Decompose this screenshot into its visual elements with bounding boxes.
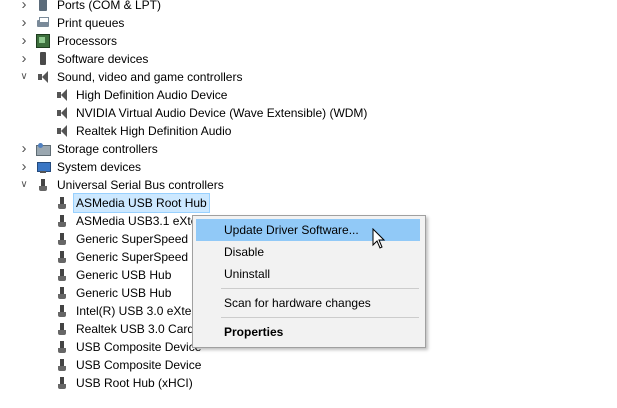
tree-item-label: Storage controllers bbox=[57, 142, 158, 156]
menu-separator bbox=[221, 317, 419, 318]
usb-icon bbox=[55, 197, 69, 209]
tree-item-label: USB Composite Device bbox=[76, 340, 202, 354]
context-menu: Update Driver Software... Disable Uninstal… bbox=[192, 215, 426, 348]
menu-item-update-driver-software[interactable]: Update Driver Software... bbox=[196, 219, 420, 241]
tree-item[interactable]: ASMedia USB Root Hub bbox=[0, 193, 617, 213]
tree-item[interactable]: NVIDIA Virtual Audio Device (Wave Extens… bbox=[0, 104, 617, 122]
usb-icon bbox=[55, 233, 69, 245]
tree-item-label: Realtek High Definition Audio bbox=[76, 124, 232, 138]
usb-icon bbox=[36, 179, 50, 191]
tree-item-label: Processors bbox=[57, 34, 118, 48]
tree-item[interactable]: USB Root Hub (xHCI) bbox=[0, 374, 617, 392]
tree-item-label: Generic SuperSpeed U bbox=[76, 250, 201, 264]
tree-item[interactable]: Realtek High Definition Audio bbox=[0, 122, 617, 140]
chevron-right-icon[interactable]: › bbox=[18, 140, 30, 158]
mouse-pointer-icon bbox=[372, 228, 386, 249]
tree-item[interactable]: › Ports (COM & LPT) bbox=[0, 0, 617, 14]
chevron-right-icon[interactable]: › bbox=[18, 158, 30, 176]
tree-item-label: Realtek USB 3.0 Card I bbox=[76, 322, 201, 336]
tree-item-label: ASMedia USB Root Hub bbox=[73, 193, 210, 213]
tree-item[interactable]: › System devices bbox=[0, 158, 617, 176]
speaker-icon bbox=[36, 71, 50, 83]
menu-item-properties[interactable]: Properties bbox=[196, 321, 420, 343]
tree-item[interactable]: USB Composite Device bbox=[0, 356, 617, 374]
menu-item-label: Scan for hardware changes bbox=[224, 296, 371, 310]
tree-item-label: Generic USB Hub bbox=[76, 286, 172, 300]
tree-item-label: Generic USB Hub bbox=[76, 268, 172, 282]
tree-item-label: Universal Serial Bus controllers bbox=[57, 178, 224, 192]
tree-item[interactable]: ∨ Universal Serial Bus controllers bbox=[0, 176, 617, 194]
chevron-right-icon[interactable]: › bbox=[18, 32, 30, 50]
usb-icon bbox=[55, 215, 69, 227]
tree-item[interactable]: › Storage controllers bbox=[0, 140, 617, 158]
tree-item-label: High Definition Audio Device bbox=[76, 88, 228, 102]
tree-item[interactable]: ∨ Sound, video and game controllers bbox=[0, 68, 617, 86]
tree-item-label: System devices bbox=[57, 160, 142, 174]
menu-item-label: Uninstall bbox=[224, 267, 271, 281]
tree-item-label: NVIDIA Virtual Audio Device (Wave Extens… bbox=[76, 106, 368, 120]
chevron-right-icon[interactable]: › bbox=[18, 0, 30, 14]
menu-item-label: Update Driver Software... bbox=[224, 223, 359, 237]
processor-icon bbox=[36, 34, 50, 48]
storage-controller-icon bbox=[36, 143, 51, 156]
menu-item-label: Properties bbox=[224, 325, 284, 339]
usb-icon bbox=[55, 323, 69, 335]
usb-icon bbox=[55, 251, 69, 263]
usb-icon bbox=[55, 377, 69, 389]
speaker-icon bbox=[55, 107, 69, 119]
chevron-down-icon[interactable]: ∨ bbox=[18, 68, 30, 86]
usb-icon bbox=[55, 341, 69, 353]
tree-item[interactable]: High Definition Audio Device bbox=[0, 86, 617, 104]
speaker-icon bbox=[55, 89, 69, 101]
tree-item-label: Ports (COM & LPT) bbox=[57, 0, 162, 12]
tree-item-label: USB Root Hub (xHCI) bbox=[76, 376, 193, 390]
menu-item-scan-for-hardware-changes[interactable]: Scan for hardware changes bbox=[196, 292, 420, 314]
port-icon bbox=[36, 0, 50, 11]
software-device-icon bbox=[36, 52, 50, 65]
usb-icon bbox=[55, 359, 69, 371]
chevron-right-icon[interactable]: › bbox=[18, 14, 30, 32]
menu-item-uninstall[interactable]: Uninstall bbox=[196, 263, 420, 285]
speaker-icon bbox=[55, 125, 69, 137]
tree-item-label: USB Composite Device bbox=[76, 358, 202, 372]
menu-separator bbox=[221, 288, 419, 289]
usb-icon bbox=[55, 269, 69, 281]
tree-item-label: Generic SuperSpeed U bbox=[76, 232, 201, 246]
menu-item-disable[interactable]: Disable bbox=[196, 241, 420, 263]
system-device-icon bbox=[36, 161, 51, 173]
menu-item-label: Disable bbox=[224, 245, 265, 259]
tree-item[interactable]: › Software devices bbox=[0, 50, 617, 68]
usb-icon bbox=[55, 305, 69, 317]
tree-item-label: ASMedia USB3.1 eXte bbox=[76, 214, 198, 228]
tree-item[interactable]: › Processors bbox=[0, 32, 617, 50]
chevron-right-icon[interactable]: › bbox=[18, 50, 30, 68]
tree-item-label: Software devices bbox=[57, 52, 149, 66]
print-queue-icon bbox=[36, 17, 50, 29]
tree-item-label: Sound, video and game controllers bbox=[57, 70, 243, 84]
usb-icon bbox=[55, 287, 69, 299]
tree-item-label: Intel(R) USB 3.0 eXten bbox=[76, 304, 199, 318]
tree-item[interactable]: › Print queues bbox=[0, 14, 617, 32]
chevron-down-icon[interactable]: ∨ bbox=[18, 176, 30, 194]
tree-item-label: Print queues bbox=[57, 16, 125, 30]
